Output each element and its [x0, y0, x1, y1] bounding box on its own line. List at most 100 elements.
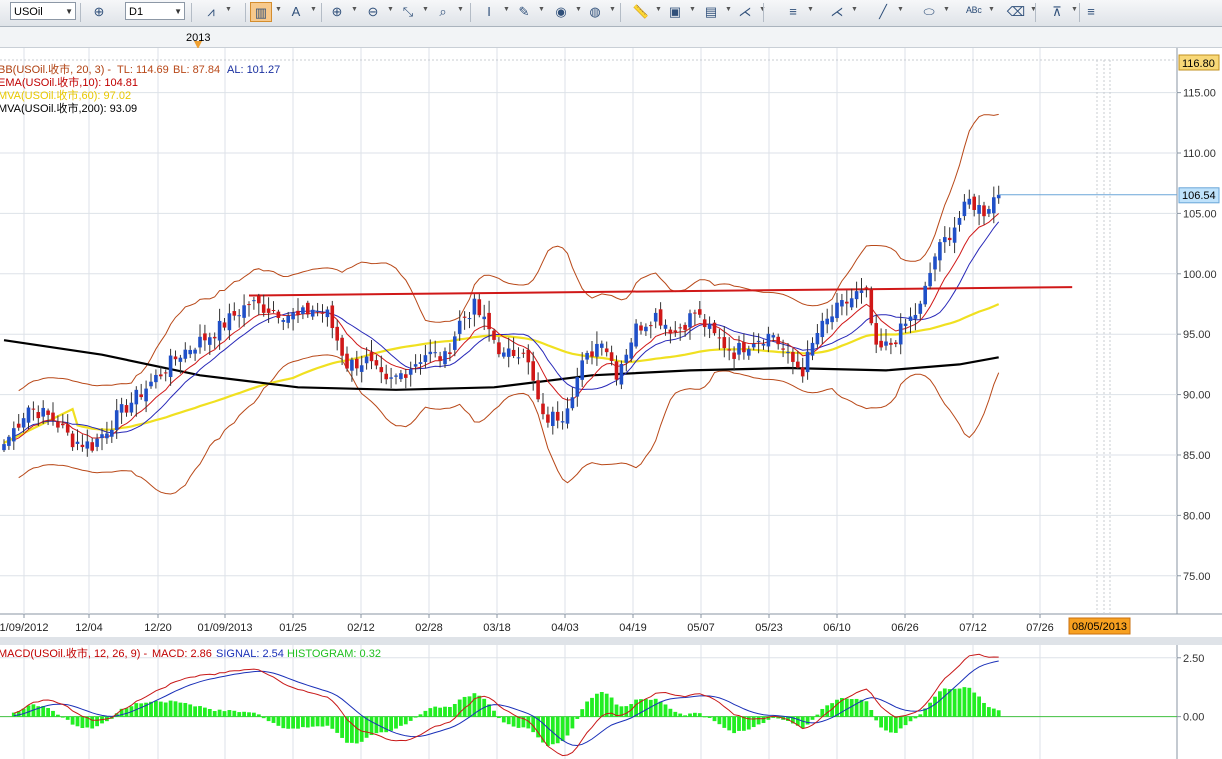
- histogram-bar: [203, 707, 207, 717]
- candle-body: [212, 336, 217, 339]
- histogram-bar: [967, 687, 972, 717]
- signal-value: SIGNAL: 2.54: [216, 648, 284, 660]
- candle-body: [404, 374, 408, 378]
- legend-entry: MVA(USOil.收市,200): 93.09: [0, 101, 137, 115]
- candle-body: [291, 312, 295, 320]
- histogram-bar: [624, 706, 629, 717]
- histogram-bar: [751, 716, 756, 728]
- candle-body: [114, 410, 119, 430]
- date-tick-label: 01/25: [279, 622, 307, 634]
- panel-splitter: [0, 637, 1222, 645]
- candle-body: [266, 308, 271, 313]
- candle-body: [301, 307, 305, 315]
- candle-body: [889, 342, 893, 345]
- candle-body: [340, 337, 344, 356]
- histogram-bar: [271, 716, 276, 723]
- date-tick-label: 06/26: [891, 622, 919, 634]
- candle-body: [335, 326, 339, 341]
- candle-body: [810, 342, 815, 356]
- histogram-bar: [570, 716, 575, 729]
- candle-body: [987, 209, 991, 214]
- candle-body: [315, 310, 320, 312]
- histogram-bar: [575, 716, 580, 719]
- histogram-bar: [95, 716, 99, 727]
- candle-body: [977, 204, 981, 214]
- histogram-bar: [546, 716, 550, 746]
- candle-body: [369, 352, 374, 362]
- candle-body: [188, 349, 192, 355]
- candle-body: [756, 340, 761, 342]
- candle-body: [320, 312, 325, 314]
- candle-body: [134, 389, 139, 405]
- histogram-bar: [987, 707, 991, 717]
- candle-body: [938, 242, 942, 261]
- candle-body: [203, 333, 207, 341]
- candle-body: [41, 407, 45, 417]
- candle-body: [85, 441, 90, 449]
- histogram-bar: [918, 714, 923, 717]
- candle-body: [12, 428, 16, 442]
- histogram-bar: [933, 696, 937, 717]
- candle-body: [957, 217, 962, 225]
- macd-legend-prefix: MACD(USOil.收市, 12, 26, 9) -: [0, 646, 147, 660]
- histogram-bar: [305, 716, 310, 728]
- candle-body: [962, 201, 967, 217]
- candle-body: [992, 197, 996, 214]
- candle-body: [286, 315, 290, 323]
- histogram-bar: [217, 709, 222, 717]
- candle-body: [722, 337, 727, 349]
- histogram-bar: [712, 716, 717, 722]
- macd-tick-label: 2.50: [1183, 653, 1204, 665]
- candle-body: [791, 352, 795, 362]
- bb-bl-value: BL: 87.84: [173, 64, 220, 76]
- candle-body: [65, 424, 70, 433]
- candle-body: [614, 361, 619, 380]
- histogram-bar: [212, 711, 217, 717]
- histogram-bar: [443, 706, 447, 717]
- histogram-bar: [261, 716, 266, 719]
- histogram-bar: [188, 704, 193, 717]
- candle-body: [124, 405, 129, 413]
- histogram-value: HISTOGRAM: 0.32: [287, 648, 381, 660]
- candle-body: [51, 412, 55, 421]
- candle-body: [492, 330, 496, 340]
- histogram-bar: [996, 710, 1001, 717]
- candle-body: [595, 343, 599, 357]
- candle-body: [467, 318, 472, 320]
- candle-body: [90, 442, 94, 451]
- histogram-bar: [805, 716, 810, 725]
- histogram-bar: [972, 692, 977, 717]
- histogram-bar: [688, 713, 692, 717]
- histogram-bar: [565, 716, 570, 736]
- candle-body: [105, 433, 109, 439]
- histogram-bar: [296, 716, 300, 729]
- price-tick-label: 110.00: [1183, 148, 1216, 160]
- histogram-bar: [580, 709, 585, 717]
- candle-body: [668, 329, 673, 334]
- candle-body: [139, 394, 143, 398]
- legend-entry: BB(USOil.收市, 20, 3) -: [0, 62, 111, 76]
- candle-body: [649, 325, 653, 327]
- histogram-bar: [957, 688, 962, 717]
- candle-body: [825, 318, 829, 325]
- price-tick-label: 85.00: [1183, 450, 1211, 462]
- future-date-label: 08/05/2013: [1072, 621, 1127, 633]
- candle-body: [717, 337, 722, 339]
- candle-body: [903, 323, 908, 326]
- histogram-bar: [60, 716, 65, 718]
- candle-body: [110, 429, 114, 437]
- histogram-bar: [879, 716, 883, 728]
- candle-body: [183, 349, 188, 359]
- histogram-bar: [825, 705, 830, 717]
- candle-body: [208, 337, 212, 345]
- histogram-bar: [340, 716, 344, 738]
- candle-body: [497, 342, 501, 355]
- candle-body: [624, 354, 629, 363]
- candle-body: [487, 312, 491, 330]
- candle-body: [737, 343, 741, 355]
- candle-body: [609, 352, 614, 361]
- candle-body: [928, 272, 932, 287]
- candle-body: [653, 312, 658, 322]
- histogram-bar: [320, 716, 325, 727]
- histogram-bar: [737, 716, 741, 731]
